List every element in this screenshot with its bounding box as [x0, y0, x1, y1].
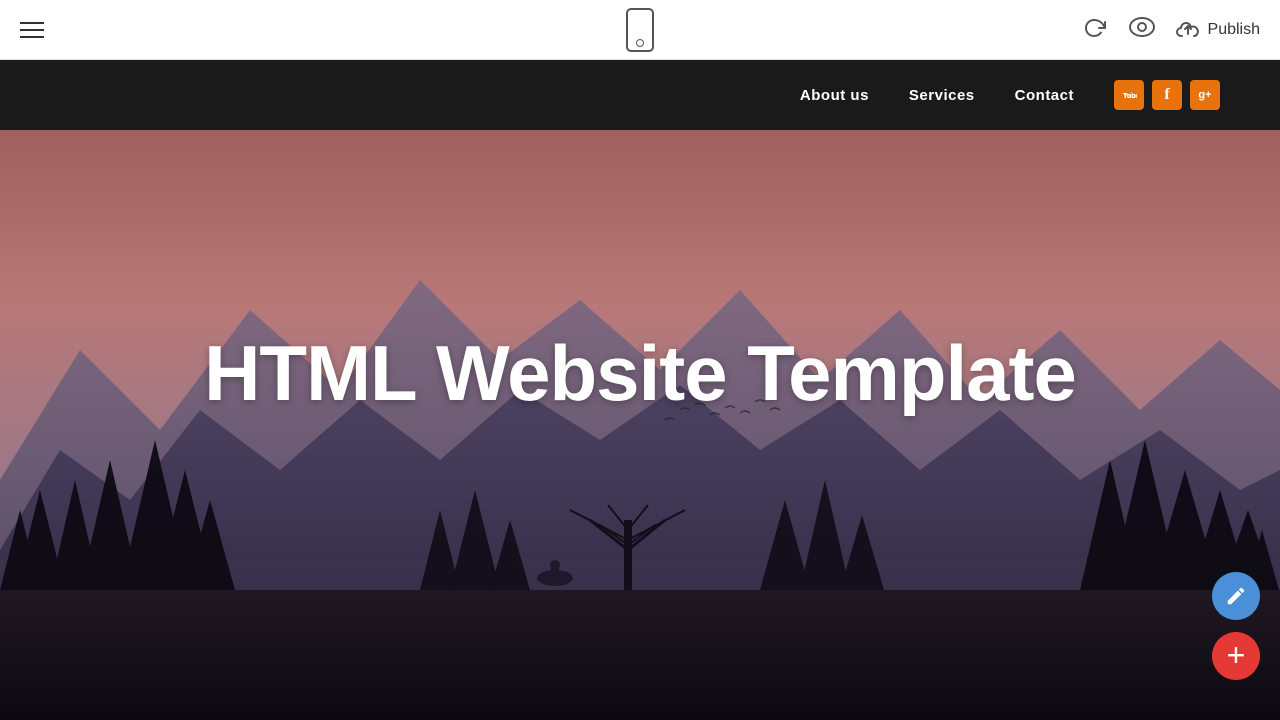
nav-services[interactable]: Services	[909, 87, 975, 104]
navbar: About us Services Contact You Tube f g+	[0, 60, 1280, 130]
publish-cloud-icon	[1176, 20, 1200, 40]
hero-section: HTML Website Template LEARN HOW	[0, 130, 1280, 720]
preview-icon[interactable]	[1128, 16, 1156, 44]
publish-label: Publish	[1208, 21, 1260, 39]
toolbar-right: Publish	[1084, 15, 1260, 45]
hero-title: HTML Website Template	[204, 331, 1076, 417]
publish-button[interactable]: Publish	[1176, 20, 1260, 40]
hero-content: HTML Website Template	[204, 331, 1076, 417]
facebook-icon[interactable]: f	[1152, 80, 1182, 110]
youtube-icon[interactable]: You Tube	[1114, 80, 1144, 110]
svg-text:Tube: Tube	[1123, 93, 1137, 100]
nav-contact[interactable]: Contact	[1015, 87, 1074, 104]
toolbar-center	[626, 8, 654, 52]
hamburger-menu-icon[interactable]	[20, 22, 44, 38]
toolbar-left	[20, 22, 44, 38]
mobile-preview-icon[interactable]	[626, 8, 654, 52]
toolbar: Publish	[0, 0, 1280, 60]
google-plus-icon[interactable]: g+	[1190, 80, 1220, 110]
undo-icon[interactable]	[1084, 15, 1108, 45]
nav-about-us[interactable]: About us	[800, 87, 869, 104]
hero-background	[0, 130, 1280, 720]
edit-icon	[1225, 585, 1247, 607]
add-fab-button[interactable]: +	[1212, 632, 1260, 680]
edit-fab-button[interactable]	[1212, 572, 1260, 620]
social-icons: You Tube f g+	[1114, 80, 1220, 110]
add-icon: +	[1227, 639, 1246, 671]
